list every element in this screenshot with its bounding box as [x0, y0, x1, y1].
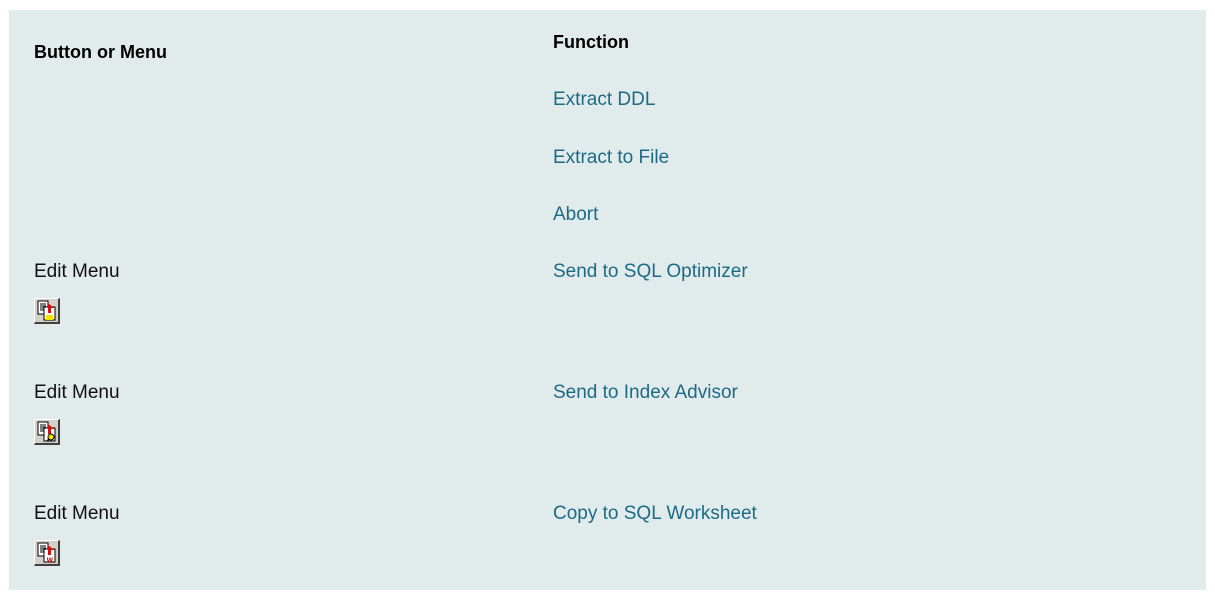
- edit-menu-label: Edit Menu: [34, 261, 120, 282]
- function-table: Button or Menu Function Extract DDL Extr…: [9, 10, 1206, 590]
- copy-to-sql-worksheet-link[interactable]: Copy to SQL Worksheet: [553, 503, 757, 525]
- edit-menu-label: Edit Menu: [34, 503, 120, 524]
- abort-link[interactable]: Abort: [553, 204, 598, 226]
- extract-to-file-link[interactable]: Extract to File: [553, 147, 669, 169]
- column-header-button-or-menu: Button or Menu: [34, 42, 167, 62]
- column-header-function: Function: [553, 32, 629, 52]
- send-to-index-advisor-icon[interactable]: [34, 419, 60, 445]
- copy-to-sql-worksheet-icon[interactable]: W: [34, 540, 60, 566]
- send-to-index-advisor-link[interactable]: Send to Index Advisor: [553, 382, 738, 404]
- worksheet-badge: W: [47, 557, 54, 564]
- edit-menu-label: Edit Menu: [34, 382, 120, 403]
- extract-ddl-link[interactable]: Extract DDL: [553, 89, 655, 111]
- send-to-sql-optimizer-link[interactable]: Send to SQL Optimizer: [553, 261, 748, 283]
- send-to-sql-optimizer-icon[interactable]: [34, 298, 60, 324]
